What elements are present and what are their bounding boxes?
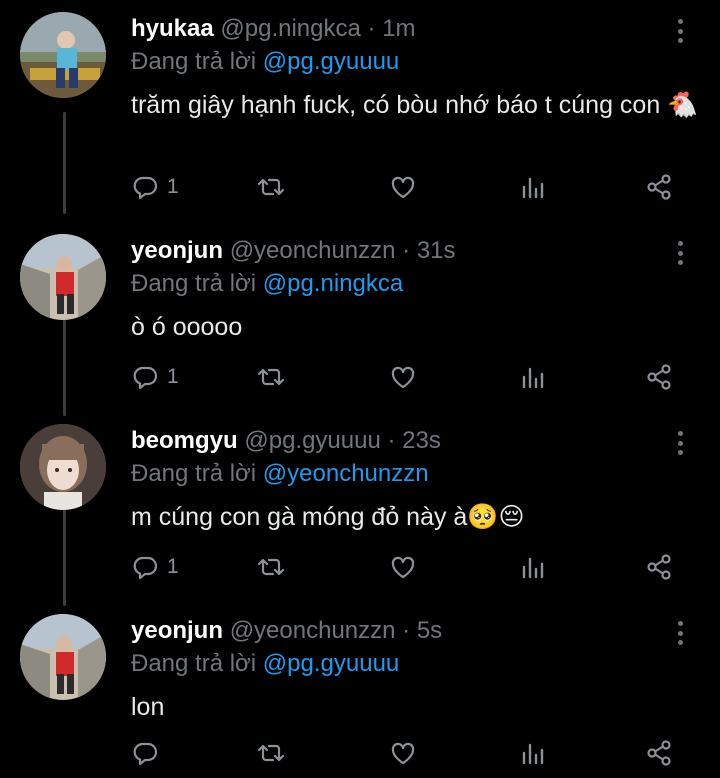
action-bar: 1 bbox=[131, 550, 691, 584]
views-icon bbox=[522, 367, 544, 389]
separator: · bbox=[367, 15, 376, 42]
like-button[interactable] bbox=[389, 736, 417, 770]
action-bar: 1 bbox=[131, 170, 691, 204]
reply-prefix: Đang trả lời bbox=[131, 48, 257, 75]
views-icon bbox=[522, 743, 544, 765]
reply-context: Đang trả lời @pg.gyuuuu bbox=[131, 47, 399, 77]
reply-count: 1 bbox=[167, 555, 179, 578]
like-icon bbox=[391, 742, 415, 765]
reply-context: Đang trả lời @yeonchunzzn bbox=[131, 459, 429, 489]
like-button[interactable] bbox=[389, 360, 417, 394]
views-button[interactable] bbox=[519, 360, 547, 394]
reply-mention-link[interactable]: @yeonchunzzn bbox=[263, 460, 429, 487]
reply-prefix: Đang trả lời bbox=[131, 460, 257, 487]
reply-icon bbox=[133, 366, 158, 390]
avatar[interactable] bbox=[20, 234, 106, 320]
separator: · bbox=[402, 237, 411, 264]
like-icon bbox=[391, 176, 415, 199]
more-options-icon[interactable] bbox=[674, 16, 686, 46]
reply-button[interactable]: 1 bbox=[131, 550, 179, 584]
reply-button[interactable]: 1 bbox=[131, 360, 179, 394]
reply-mention-link[interactable]: @pg.ningkca bbox=[263, 270, 403, 297]
like-button[interactable] bbox=[389, 170, 417, 204]
retweet-button[interactable] bbox=[257, 550, 285, 584]
reply-icon bbox=[133, 742, 158, 766]
avatar[interactable] bbox=[20, 12, 106, 98]
reply-icon bbox=[133, 176, 158, 200]
timestamp[interactable]: 23s bbox=[402, 427, 441, 454]
tweet[interactable]: beomgyu @pg.gyuuuu · 23s Đang trả lời @y… bbox=[0, 412, 720, 606]
reply-prefix: Đang trả lời bbox=[131, 270, 257, 297]
separator: · bbox=[387, 427, 396, 454]
retweet-button[interactable] bbox=[257, 360, 285, 394]
retweet-button[interactable] bbox=[257, 170, 285, 204]
retweet-icon bbox=[257, 178, 285, 196]
action-bar: 1 bbox=[131, 360, 691, 394]
reply-count: 1 bbox=[167, 175, 179, 198]
tweet[interactable]: yeonjun @yeonchunzzn · 5s Đang trả lời @… bbox=[0, 602, 720, 778]
thread-connector bbox=[63, 112, 66, 214]
share-icon bbox=[647, 554, 671, 580]
share-icon bbox=[647, 364, 671, 390]
thread-connector bbox=[63, 504, 66, 606]
tweet[interactable]: yeonjun @yeonchunzzn · 31s Đang trả lời … bbox=[0, 222, 720, 416]
share-button[interactable] bbox=[645, 170, 673, 204]
display-name[interactable]: beomgyu bbox=[131, 427, 238, 454]
avatar[interactable] bbox=[20, 614, 106, 700]
share-button[interactable] bbox=[645, 550, 673, 584]
share-button[interactable] bbox=[645, 360, 673, 394]
tweet-text: m cúng con gà móng đỏ này à🥺😔 bbox=[131, 503, 525, 531]
more-options-icon[interactable] bbox=[674, 238, 686, 268]
username[interactable]: @yeonchunzzn bbox=[230, 237, 396, 264]
timestamp[interactable]: 31s bbox=[417, 237, 456, 264]
tweet-header: hyukaa @pg.ningkca · 1m bbox=[131, 14, 660, 44]
username[interactable]: @pg.ningkca bbox=[220, 15, 360, 42]
username[interactable]: @pg.gyuuuu bbox=[244, 427, 380, 454]
timestamp[interactable]: 1m bbox=[382, 15, 415, 42]
reply-prefix: Đang trả lời bbox=[131, 650, 257, 677]
share-button[interactable] bbox=[645, 736, 673, 770]
more-options-icon[interactable] bbox=[674, 428, 686, 458]
display-name[interactable]: yeonjun bbox=[131, 237, 223, 264]
username[interactable]: @yeonchunzzn bbox=[230, 617, 396, 644]
views-button[interactable] bbox=[519, 550, 547, 584]
views-button[interactable] bbox=[519, 736, 547, 770]
tweet-header: yeonjun @yeonchunzzn · 5s bbox=[131, 616, 660, 646]
reply-button[interactable]: 1 bbox=[131, 170, 179, 204]
tweet-text: lon bbox=[131, 693, 165, 721]
thread-connector bbox=[63, 314, 66, 416]
views-button[interactable] bbox=[519, 170, 547, 204]
action-bar bbox=[131, 736, 691, 770]
tweet[interactable]: hyukaa @pg.ningkca · 1m Đang trả lời @pg… bbox=[0, 0, 720, 214]
share-icon bbox=[647, 740, 671, 766]
reply-mention-link[interactable]: @pg.gyuuuu bbox=[263, 48, 399, 75]
tweet-header: yeonjun @yeonchunzzn · 31s bbox=[131, 236, 660, 266]
reply-context: Đang trả lời @pg.ningkca bbox=[131, 269, 403, 299]
tweet-text: trăm giây hạnh fuck, có bòu nhớ báo t cú… bbox=[131, 91, 699, 119]
like-icon bbox=[391, 556, 415, 579]
tweet-header: beomgyu @pg.gyuuuu · 23s bbox=[131, 426, 660, 456]
views-icon bbox=[522, 177, 544, 199]
views-icon bbox=[522, 557, 544, 579]
retweet-icon bbox=[257, 368, 285, 386]
avatar[interactable] bbox=[20, 424, 106, 510]
reply-count: 1 bbox=[167, 365, 179, 388]
reply-context: Đang trả lời @pg.gyuuuu bbox=[131, 649, 399, 679]
tweet-text: ò ó ooooo bbox=[131, 313, 243, 341]
timestamp[interactable]: 5s bbox=[417, 617, 442, 644]
reply-button[interactable] bbox=[131, 736, 167, 770]
like-icon bbox=[391, 366, 415, 389]
like-button[interactable] bbox=[389, 550, 417, 584]
separator: · bbox=[402, 617, 411, 644]
more-options-icon[interactable] bbox=[674, 618, 686, 648]
retweet-icon bbox=[257, 744, 285, 762]
reply-mention-link[interactable]: @pg.gyuuuu bbox=[263, 650, 399, 677]
share-icon bbox=[647, 174, 671, 200]
reply-icon bbox=[133, 556, 158, 580]
retweet-button[interactable] bbox=[257, 736, 285, 770]
display-name[interactable]: hyukaa bbox=[131, 15, 214, 42]
display-name[interactable]: yeonjun bbox=[131, 617, 223, 644]
retweet-icon bbox=[257, 558, 285, 576]
